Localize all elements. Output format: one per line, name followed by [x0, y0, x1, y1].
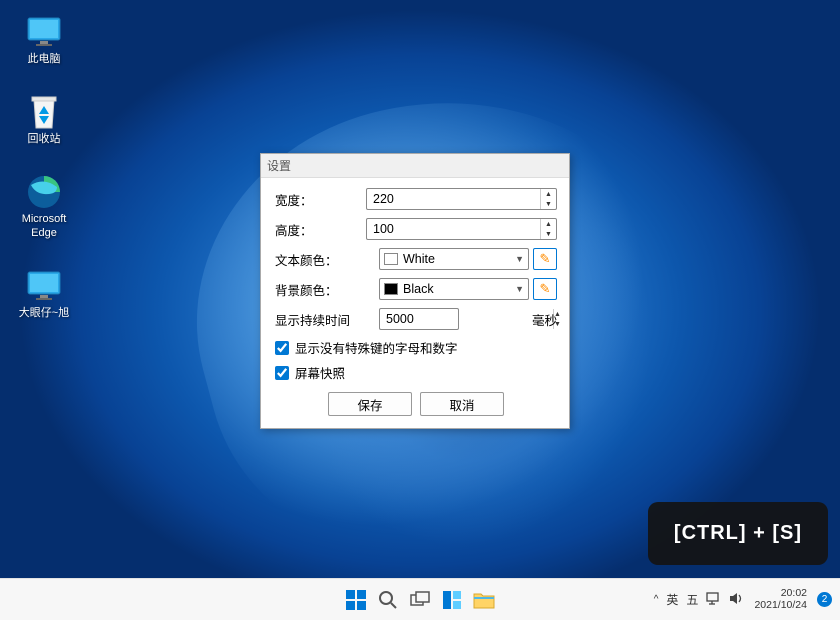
taskbar: ^ 英 五 20:02 2021/10/24 2 [0, 578, 840, 620]
spin-up-icon[interactable]: ▲ [541, 189, 556, 199]
duration-label: 显示持续时间 [275, 310, 379, 329]
width-label: 宽度： [275, 190, 366, 209]
ime-lang: 英 [666, 591, 678, 608]
keystroke-overlay: [CTRL] + [S] [648, 502, 828, 565]
icon-label: 回收站 [28, 133, 61, 146]
settings-dialog: 设置 宽度： ▲▼ 高度： ▲▼ 文本颜色： [260, 153, 570, 429]
icon-label: 此电脑 [28, 53, 61, 66]
duration-input[interactable] [380, 312, 553, 326]
taskbar-center [343, 587, 497, 613]
screenshot-checkbox[interactable] [275, 366, 289, 380]
duration-spinner[interactable]: ▲▼ [379, 308, 459, 330]
chevron-down-icon: ▼ [515, 284, 524, 294]
widgets-button[interactable] [439, 587, 465, 613]
color-swatch [384, 253, 398, 265]
desktop-icon-this-pc[interactable]: 此电脑 [14, 14, 74, 66]
desktop-icon-recycle-bin[interactable]: 回收站 [14, 94, 74, 146]
spin-down-icon[interactable]: ▼ [541, 229, 556, 239]
explorer-button[interactable] [471, 587, 497, 613]
cancel-button[interactable]: 取消 [420, 392, 504, 416]
show-alphanum-checkbox[interactable] [275, 341, 289, 355]
ime-method: 五 [686, 591, 698, 608]
height-spinner[interactable]: ▲▼ [366, 218, 557, 240]
icon-label: 大眼仔~旭 [19, 307, 69, 320]
color-swatch [384, 283, 398, 295]
bg-color-value: Black [403, 282, 510, 296]
search-button[interactable] [375, 587, 401, 613]
spin-down-icon[interactable]: ▼ [541, 199, 556, 209]
bg-color-select[interactable]: Black ▼ [379, 278, 529, 300]
notification-badge[interactable]: 2 [817, 592, 832, 607]
recycle-bin-icon [26, 94, 62, 130]
text-color-select[interactable]: White ▼ [379, 248, 529, 270]
notification-count: 2 [822, 594, 828, 605]
text-color-picker-button[interactable]: ✎ [533, 248, 557, 270]
ime-indicator[interactable]: 英 五 [666, 591, 698, 608]
keystroke-text: [CTRL] + [S] [674, 522, 802, 544]
pencil-icon: ✎ [540, 251, 551, 267]
desktop-icons-area: 此电脑 回收站 Microsoft Edge 大眼仔~旭 [14, 14, 74, 320]
taskbar-clock[interactable]: 20:02 2021/10/24 [754, 588, 807, 611]
text-color-label: 文本颜色： [275, 250, 379, 269]
taskbar-date: 2021/10/24 [754, 600, 807, 612]
dialog-body: 宽度： ▲▼ 高度： ▲▼ 文本颜色： Whi [261, 178, 569, 428]
icon-label: Microsoft Edge [22, 213, 67, 239]
chevron-down-icon: ▼ [515, 254, 524, 264]
taskbar-tray: ^ 英 五 20:02 2021/10/24 2 [654, 588, 832, 611]
bg-color-label: 背景颜色： [275, 280, 379, 299]
volume-icon[interactable] [729, 592, 744, 608]
height-input[interactable] [367, 222, 540, 236]
width-input[interactable] [367, 192, 540, 206]
monitor-icon [26, 14, 62, 50]
bg-color-picker-button[interactable]: ✎ [533, 278, 557, 300]
desktop-icon-edge[interactable]: Microsoft Edge [14, 174, 74, 239]
desktop-icon-dayanzai[interactable]: 大眼仔~旭 [14, 268, 74, 320]
task-view-button[interactable] [407, 587, 433, 613]
edge-icon [26, 174, 62, 210]
screenshot-label: 屏幕快照 [295, 363, 345, 382]
width-spinner[interactable]: ▲▼ [366, 188, 557, 210]
text-color-value: White [403, 252, 510, 266]
spin-up-icon[interactable]: ▲ [541, 219, 556, 229]
dialog-titlebar[interactable]: 设置 [261, 154, 569, 178]
tray-chevron-up-icon[interactable]: ^ [654, 594, 659, 605]
dialog-title-text: 设置 [267, 157, 291, 174]
network-icon[interactable] [706, 592, 721, 608]
duration-unit: 毫秒 [532, 310, 557, 329]
show-alphanum-label: 显示没有特殊键的字母和数字 [295, 338, 458, 357]
pencil-icon: ✎ [540, 281, 551, 297]
monitor-icon [26, 268, 62, 304]
taskbar-time: 20:02 [754, 588, 807, 600]
save-button[interactable]: 保存 [328, 392, 412, 416]
height-label: 高度： [275, 220, 366, 239]
start-button[interactable] [343, 587, 369, 613]
